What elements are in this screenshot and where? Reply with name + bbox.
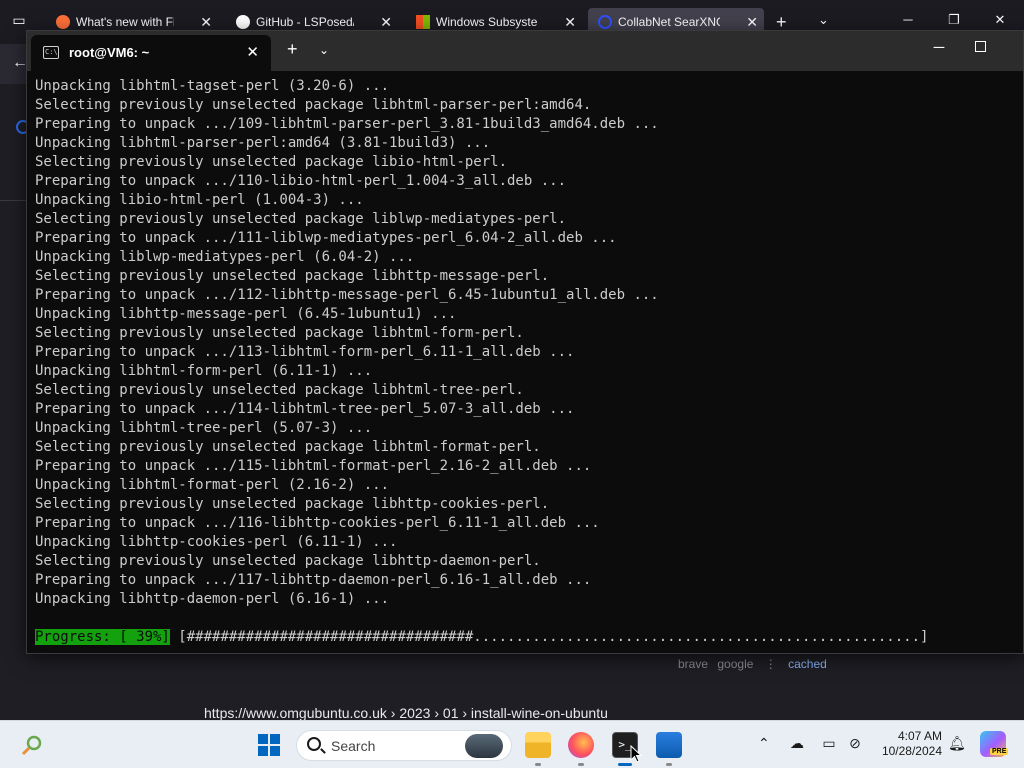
terminal-tab[interactable]: C:\ root@VM6: ~ ✕ <box>31 35 271 71</box>
widgets-icon[interactable] <box>20 733 44 757</box>
firefox-icon <box>56 15 70 29</box>
chevron-down-icon[interactable]: ⌄ <box>818 12 829 28</box>
mouse-cursor-icon <box>630 745 642 763</box>
taskbar-search[interactable]: Search <box>296 730 512 761</box>
searxng-icon <box>598 15 612 29</box>
progress-label: Progress: [ 39%] <box>35 629 170 645</box>
notification-bell-icon[interactable]: 🔔︎ <box>948 735 966 752</box>
terminal-line: Preparing to unpack .../115-libhtml-form… <box>35 458 592 474</box>
terminal-line: Unpacking liblwp-mediatypes-perl (6.04-2… <box>35 249 415 265</box>
microsoft-store-icon[interactable] <box>656 732 682 758</box>
terminal-line: Selecting previously unselected package … <box>35 553 541 569</box>
terminal-line: Unpacking libhttp-message-perl (6.45-1ub… <box>35 306 457 322</box>
clock-date: 10/28/2024 <box>881 744 942 758</box>
terminal-line: Selecting previously unselected package … <box>35 97 592 113</box>
tab-list-icon[interactable]: ▭ <box>8 12 30 32</box>
firefox-icon[interactable] <box>568 732 594 758</box>
terminal-line: Preparing to unpack .../113-libhtml-form… <box>35 344 575 360</box>
engine-label: brave <box>678 657 709 671</box>
pre-badge: PRE <box>990 748 1009 755</box>
result-meta: brave google ⋮ cached <box>678 657 827 671</box>
terminal-line: Selecting previously unselected package … <box>35 496 550 512</box>
windows-icon <box>416 15 430 29</box>
windows-logo-icon <box>258 734 268 744</box>
terminal-line: Preparing to unpack .../112-libhttp-mess… <box>35 287 659 303</box>
terminal-tab-title: root@VM6: ~ <box>69 45 150 60</box>
terminal-line: Unpacking libhttp-daemon-perl (6.16-1) .… <box>35 591 390 607</box>
onedrive-icon[interactable]: ☁ <box>788 735 806 753</box>
terminal-line: Preparing to unpack .../110-libio-html-p… <box>35 173 567 189</box>
maximize-icon[interactable] <box>975 41 986 52</box>
search-placeholder: Search <box>331 738 376 754</box>
terminal-line: Selecting previously unselected package … <box>35 325 524 341</box>
close-icon[interactable]: ✕ <box>990 12 1010 28</box>
terminal-line: Unpacking libhtml-tree-perl (5.07-3) ... <box>35 420 373 436</box>
file-explorer-icon[interactable] <box>525 732 551 758</box>
terminal-line: Preparing to unpack .../116-libhttp-cook… <box>35 515 600 531</box>
github-icon <box>236 15 250 29</box>
terminal-line: Preparing to unpack .../111-liblwp-media… <box>35 230 617 246</box>
terminal-window[interactable]: C:\ root@VM6: ~ ✕ + ⌄ ─ Unpacking libhtm… <box>26 30 1024 654</box>
app-running-indicator <box>535 763 541 766</box>
progress-row: Progress: [ 39%] [######################… <box>35 628 928 647</box>
terminal-line: Preparing to unpack .../114-libhtml-tree… <box>35 401 575 417</box>
taskbar: Search >_ ⌃ ☁ ▭ ⊘ 4:07 AM 10/28/2024 🔔︎ … <box>0 720 1024 768</box>
app-running-indicator <box>578 763 584 766</box>
terminal-titlebar: C:\ root@VM6: ~ ✕ + ⌄ ─ <box>27 31 1023 71</box>
separator: ⋮ <box>764 657 777 671</box>
result-url[interactable]: https://www.omgubuntu.co.uk › 2023 › 01 … <box>204 705 608 721</box>
app-active-indicator <box>618 763 632 766</box>
divider <box>0 200 28 201</box>
clock-time: 4:07 AM <box>897 729 942 743</box>
new-tab-icon[interactable]: + <box>287 39 298 60</box>
chevron-up-icon[interactable]: ⌃ <box>758 735 770 752</box>
terminal-line: Selecting previously unselected package … <box>35 154 508 170</box>
terminal-line: Preparing to unpack .../109-libhtml-pars… <box>35 116 659 132</box>
terminal-line: Selecting previously unselected package … <box>35 211 567 227</box>
terminal-line: Unpacking libhtml-form-perl (6.11-1) ... <box>35 363 373 379</box>
terminal-line: Unpacking libhttp-cookies-perl (6.11-1) … <box>35 534 398 550</box>
progress-bar: [##################################.....… <box>178 629 929 645</box>
restore-icon[interactable]: ❐ <box>944 12 964 28</box>
clock[interactable]: 4:07 AM 10/28/2024 <box>880 729 942 759</box>
chevron-down-icon[interactable]: ⌄ <box>319 43 329 57</box>
terminal-output[interactable]: Unpacking libhtml-tagset-perl (3.20-6) .… <box>35 77 1015 647</box>
network-icon[interactable]: ⊘ <box>846 735 864 753</box>
cached-link[interactable]: cached <box>788 657 827 671</box>
terminal-line: Unpacking libhtml-format-perl (2.16-2) .… <box>35 477 390 493</box>
terminal-line: Selecting previously unselected package … <box>35 382 524 398</box>
terminal-line: Unpacking libhtml-tagset-perl (3.20-6) .… <box>35 78 390 94</box>
close-icon[interactable]: ✕ <box>246 43 259 61</box>
terminal-line: Selecting previously unselected package … <box>35 439 541 455</box>
display-icon[interactable]: ▭ <box>820 735 838 753</box>
search-icon <box>307 737 321 751</box>
terminal-icon: C:\ <box>43 46 59 59</box>
app-running-indicator <box>666 763 672 766</box>
terminal-line: Selecting previously unselected package … <box>35 268 550 284</box>
start-button[interactable] <box>258 734 280 756</box>
engine-label: google <box>717 657 754 671</box>
minimize-icon[interactable]: ─ <box>898 12 918 27</box>
terminal-line: Unpacking libio-html-perl (1.004-3) ... <box>35 192 364 208</box>
terminal-line: Preparing to unpack .../117-libhttp-daem… <box>35 572 592 588</box>
minimize-icon[interactable]: ─ <box>929 39 949 56</box>
search-highlight-image <box>465 734 503 758</box>
terminal-line: Unpacking libhtml-parser-perl:amd64 (3.8… <box>35 135 491 151</box>
